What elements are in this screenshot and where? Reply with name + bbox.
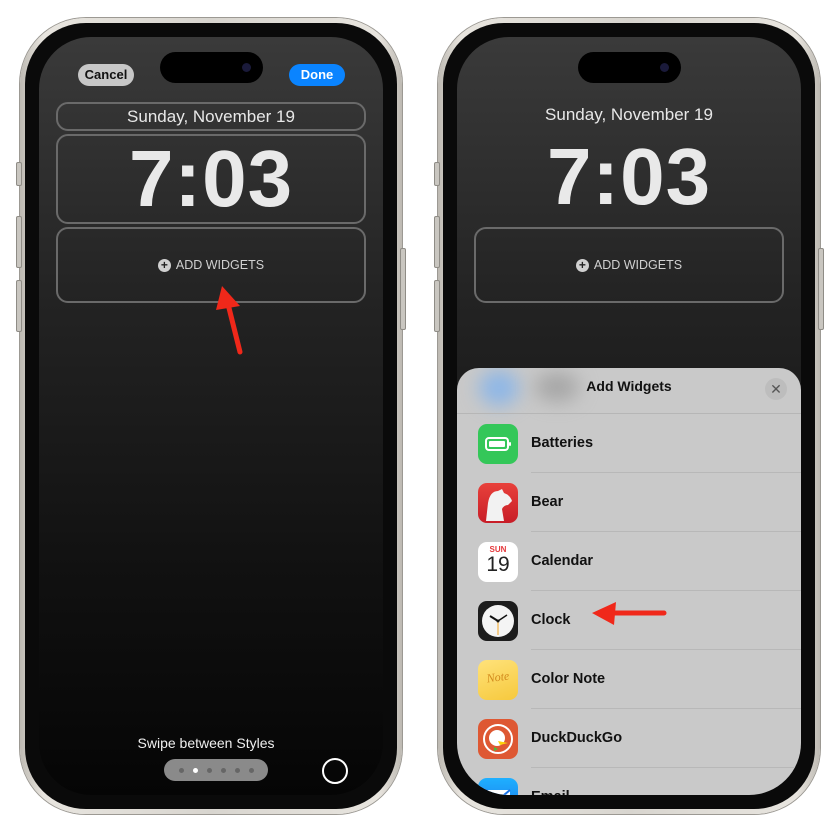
page-dot (234, 767, 240, 773)
style-page-indicator[interactable] (164, 759, 268, 781)
item-label: DuckDuckGo (531, 730, 623, 746)
done-button[interactable]: Done (289, 64, 345, 86)
list-item-batteries[interactable]: Batteries (457, 414, 801, 473)
volume-down-button (434, 280, 440, 332)
swipe-hint: Swipe between Styles (137, 735, 275, 751)
battery-icon (478, 424, 518, 464)
side-button (400, 248, 406, 330)
plus-circle-icon: + (157, 258, 171, 272)
cancel-button[interactable]: Cancel (78, 64, 134, 86)
duckduckgo-icon (478, 719, 518, 759)
page-dot (178, 767, 184, 773)
page-dot (248, 767, 254, 773)
item-label: Calendar (531, 553, 594, 569)
date-label[interactable]: Sunday, November 19 (474, 102, 784, 127)
sheet-title: Add Widgets (586, 378, 672, 394)
camera-icon (242, 63, 251, 72)
style-options-button[interactable] (322, 758, 348, 784)
phone-right: Sunday, November 19 7:03 + ADD WIDGETS A… (434, 18, 824, 814)
camera-icon (660, 63, 669, 72)
list-item-duckduckgo[interactable]: DuckDuckGo (457, 709, 801, 768)
add-widgets-label: ADD WIDGETS (175, 258, 265, 272)
add-widgets-sheet: Add Widgets ✕ Batteries Bear SUN 19 Cale… (457, 368, 801, 795)
dynamic-island (578, 52, 681, 83)
list-item-color-note[interactable]: Note Color Note (457, 650, 801, 709)
action-button (434, 162, 440, 186)
phone-left: Cancel Done Sunday, November 19 7:03 + A… (16, 18, 406, 814)
plus-circle-icon: + (575, 258, 589, 272)
item-label: Bear (531, 494, 564, 510)
item-label: Email (531, 768, 570, 795)
bezel: Cancel Done Sunday, November 19 7:03 + A… (25, 23, 397, 809)
dynamic-island (160, 52, 263, 83)
annotation-arrow-up (216, 286, 243, 355)
add-widgets-label: ADD WIDGETS (593, 258, 683, 272)
date-label[interactable]: Sunday, November 19 (56, 102, 366, 131)
page-dot-active (192, 767, 198, 773)
list-item-email[interactable]: Email (457, 768, 801, 795)
volume-up-button (434, 216, 440, 268)
lock-screen-editor: Sunday, November 19 7:03 + ADD WIDGETS A… (457, 37, 801, 795)
item-label: Clock (531, 612, 571, 628)
time-label[interactable]: 7:03 (56, 134, 366, 224)
action-button (16, 162, 22, 186)
item-label: Color Note (531, 671, 606, 687)
annotation-arrow-left (592, 602, 667, 625)
list-item-calendar[interactable]: SUN 19 Calendar (457, 532, 801, 591)
bezel: Sunday, November 19 7:03 + ADD WIDGETS A… (443, 23, 815, 809)
mail-icon (478, 778, 518, 795)
volume-up-button (16, 216, 22, 268)
close-icon: ✕ (770, 381, 782, 397)
clock-icon (478, 601, 518, 641)
note-icon: Note (478, 660, 518, 700)
item-label: Batteries (531, 435, 594, 451)
volume-down-button (16, 280, 22, 332)
bear-icon (478, 483, 518, 523)
time-label[interactable]: 7:03 (474, 134, 784, 220)
calendar-icon: SUN 19 (478, 542, 518, 582)
page-dot (220, 767, 226, 773)
page-dot (206, 767, 212, 773)
note-text: Note (485, 668, 511, 686)
add-widgets-button[interactable]: + ADD WIDGETS (474, 227, 784, 303)
side-button (818, 248, 824, 330)
list-item-bear[interactable]: Bear (457, 473, 801, 532)
lock-screen-editor: Cancel Done Sunday, November 19 7:03 + A… (39, 37, 383, 795)
close-button[interactable]: ✕ (765, 378, 787, 400)
calendar-date: 19 (486, 553, 510, 576)
